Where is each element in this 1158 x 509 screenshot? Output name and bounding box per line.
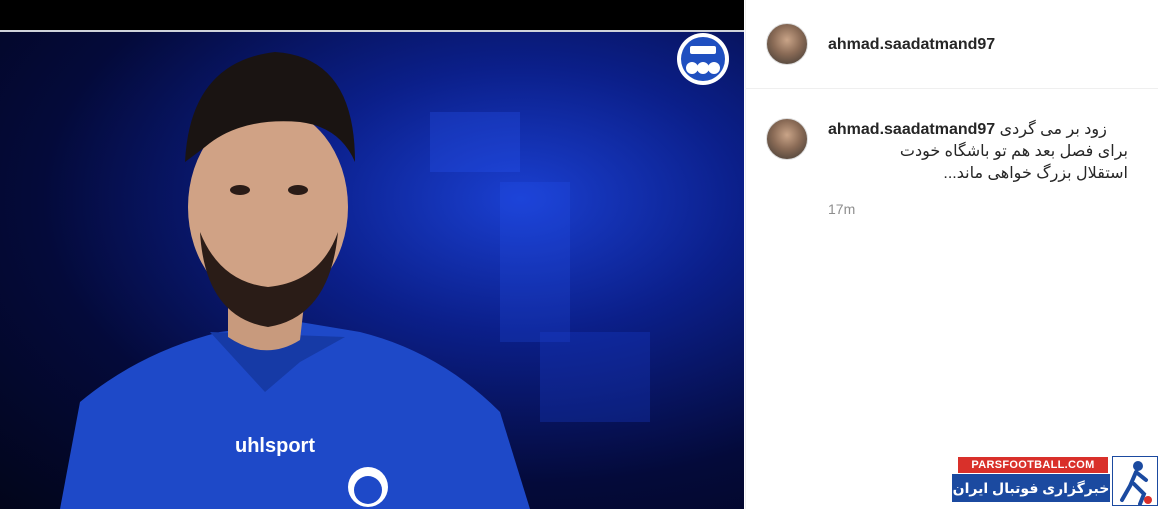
post-timestamp[interactable]: 17m	[828, 201, 855, 217]
caption-line-3: استقلال بزرگ خواهی ماند...	[943, 165, 1128, 182]
shirt-brand-text: uhlsport	[235, 435, 315, 457]
post-details-panel: ahmad.saadatmand97 ahmad.saadatmand97 زو…	[745, 0, 1158, 509]
post-photo[interactable]: uhlsport	[0, 32, 744, 509]
player-photo-illustration: uhlsport	[60, 33, 729, 509]
caption-line-1: زود بر می گردی	[999, 121, 1107, 138]
media-top-bar	[0, 0, 744, 30]
watermark-name: خبرگزاری فوتبال ایران	[952, 474, 1110, 502]
parsfootball-watermark: PARSFOOTBALL.COM خبرگزاری فوتبال ایران	[952, 456, 1158, 509]
post-media[interactable]: uhlsport	[0, 0, 744, 509]
club-logo-icon	[677, 33, 729, 85]
post-caption: ahmad.saadatmand97 زود بر می گردی برای ف…	[828, 119, 1128, 185]
header-username[interactable]: ahmad.saadatmand97	[828, 36, 995, 54]
bg-glow-shape	[500, 182, 570, 342]
eye-right	[288, 185, 308, 195]
post-header: ahmad.saadatmand97	[746, 0, 1158, 89]
bg-glow-shape	[430, 112, 520, 172]
watermark-site: PARSFOOTBALL.COM	[958, 457, 1108, 473]
caption-avatar[interactable]	[766, 118, 808, 160]
caption-username[interactable]: ahmad.saadatmand97	[828, 121, 995, 138]
avatar[interactable]	[766, 23, 808, 65]
shirt-crest-icon	[348, 467, 388, 507]
footballer-logo-icon	[1112, 456, 1158, 506]
bg-glow-shape	[540, 332, 650, 422]
caption-line-2: برای فصل بعد هم تو باشگاه خودت	[899, 143, 1128, 160]
eye-left	[230, 185, 250, 195]
